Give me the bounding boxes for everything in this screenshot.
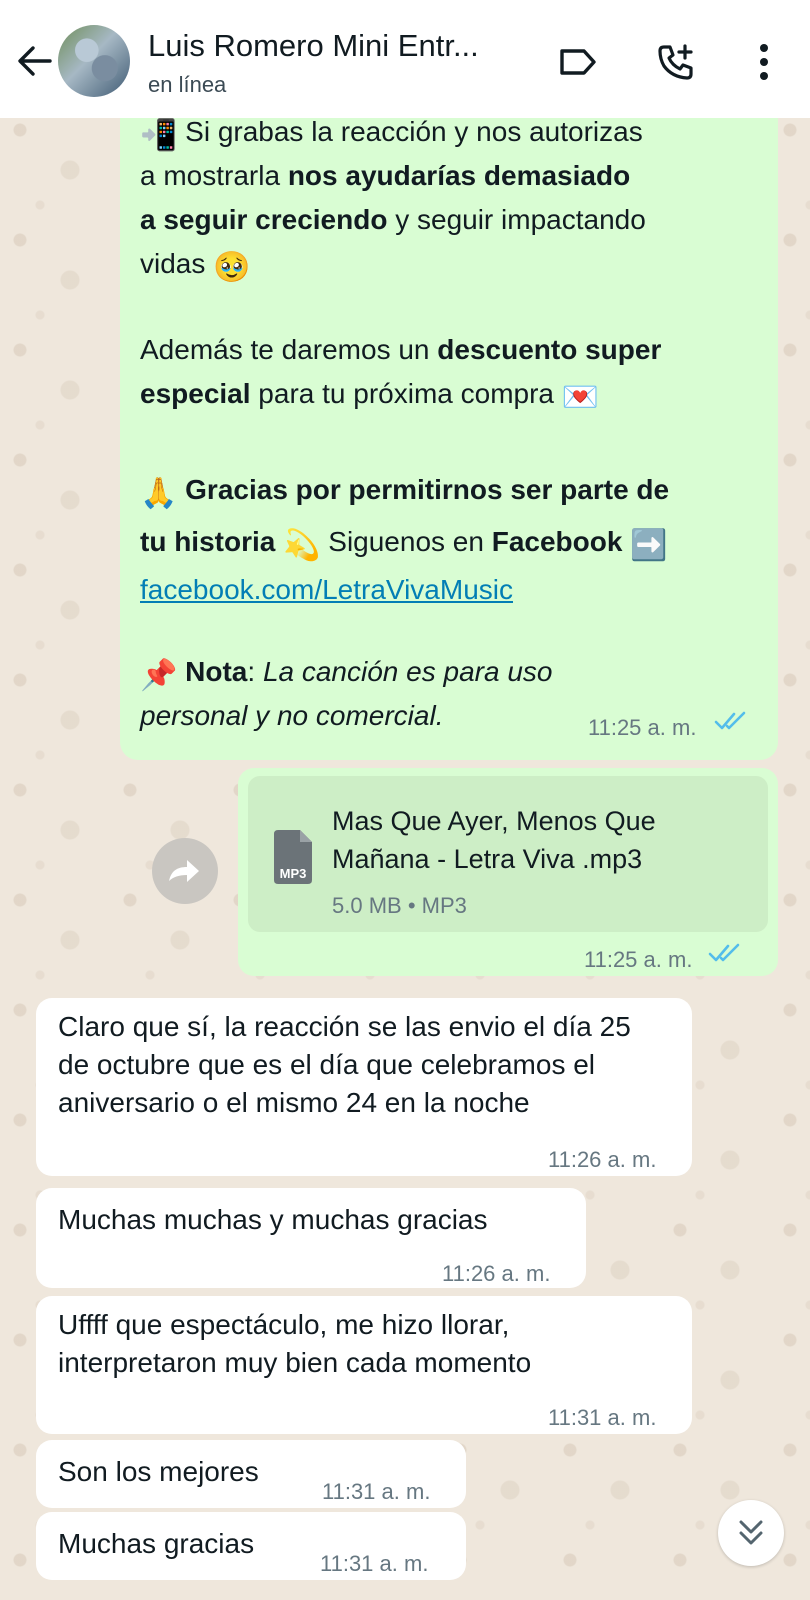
message-text: Muchas gracias	[58, 1528, 255, 1559]
message-line: vidas 🥹	[140, 244, 756, 288]
contact-avatar[interactable]	[58, 25, 130, 97]
message-text: :	[247, 656, 263, 687]
message-bold-text: especial	[140, 378, 251, 409]
incoming-message-bubble[interactable]: Uffff que espectáculo, me hizo llorar, i…	[36, 1296, 692, 1434]
message-bold-text: Nota	[185, 656, 248, 687]
message-timestamp: 11:25 a. m.	[588, 715, 697, 740]
message-line: tu historia 💫 Siguenos en Facebook ➡️	[140, 522, 756, 570]
label-tag-icon	[560, 49, 596, 75]
bottom-edge	[0, 1580, 810, 1600]
back-button[interactable]	[14, 40, 56, 82]
message-text: para tu próxima compra	[250, 378, 562, 409]
message-bold-text: descuento super	[437, 334, 662, 365]
label-button[interactable]	[556, 40, 600, 84]
message-timestamp: 11:26 a. m.	[548, 1147, 657, 1172]
message-text: Son los mejores	[58, 1456, 259, 1487]
forward-button[interactable]	[152, 838, 218, 904]
file-type-badge: MP3	[279, 866, 307, 881]
message-italic-text: La canción es para uso	[262, 656, 553, 687]
message-text: vidas	[140, 248, 214, 279]
message-bold-text: Facebook	[491, 526, 623, 557]
incoming-message-bubble[interactable]: Claro que sí, la reacción se las envio e…	[36, 998, 692, 1176]
message-timestamp: 11:31 a. m.	[548, 1405, 657, 1430]
arrow-left-icon	[18, 46, 52, 76]
message-line: facebook.com/LetraVivaMusic	[140, 570, 756, 614]
contact-status: en línea	[148, 72, 227, 97]
read-receipt-icon	[714, 711, 746, 730]
add-call-button[interactable]	[654, 40, 698, 84]
outgoing-file-message[interactable]: MP3 Mas Que Ayer, Menos Que Mañana - Let…	[238, 768, 778, 976]
read-receipt-icon	[708, 943, 740, 962]
file-meta-separator: •	[401, 893, 422, 918]
right-arrow-emoji: ➡️	[630, 529, 668, 562]
message-text: Si grabas la reacción y nos autorizas	[185, 116, 643, 147]
message-line: 📌 Nota: La canción es para uso	[140, 652, 756, 696]
message-bold-text: Gracias por permitirnos ser parte de	[185, 474, 670, 505]
message-bold-text: a seguir creciendo	[140, 204, 388, 235]
message-line: Además te daremos un descuento super	[140, 330, 756, 374]
message-text: Claro que sí, la reacción se las envio e…	[58, 1011, 631, 1118]
message-text: Muchas muchas y muchas gracias	[58, 1204, 488, 1235]
file-name: Mas Que Ayer, Menos Que Mañana - Letra V…	[332, 806, 656, 874]
facebook-link[interactable]: facebook.com/LetraVivaMusic	[140, 574, 513, 605]
file-attachment-card[interactable]: MP3 Mas Que Ayer, Menos Que Mañana - Let…	[248, 776, 768, 932]
more-vertical-icon	[760, 44, 768, 80]
outgoing-message-bubble[interactable]: 📲 Si grabas la reacción y nos autorizas …	[120, 100, 778, 760]
message-timestamp: 11:31 a. m.	[320, 1551, 429, 1576]
contact-name[interactable]: Luis Romero Mini Entr...	[148, 28, 518, 64]
mobile-phone-emoji: 📲	[140, 119, 178, 152]
pleading-face-emoji: 🥹	[213, 251, 251, 284]
message-line: 📲 Si grabas la reacción y nos autorizas	[140, 112, 756, 156]
chat-header: Luis Romero Mini Entr... en línea	[0, 0, 810, 118]
message-timestamp: 11:26 a. m.	[442, 1261, 551, 1286]
message-text: Además te daremos un	[140, 334, 438, 365]
message-italic-text: personal y no comercial.	[140, 700, 444, 731]
pushpin-emoji: 📌	[140, 659, 178, 692]
message-line: a seguir creciendo y seguir impactando	[140, 200, 756, 244]
message-bold-text: tu historia	[140, 526, 276, 557]
message-line: 🙏 Gracias por permitirnos ser parte de	[140, 470, 756, 522]
incoming-message-bubble[interactable]: Muchas muchas y muchas gracias 11:26 a. …	[36, 1188, 586, 1288]
double-chevron-down-icon	[739, 1520, 763, 1545]
message-bold-text: nos ayudarías demasiado	[287, 160, 631, 191]
message-text: Siguenos en	[320, 526, 492, 557]
message-text: a mostrarla	[140, 160, 288, 191]
message-timestamp: 11:25 a. m.	[584, 947, 693, 972]
message-text: Uffff que espectáculo, me hizo llorar, i…	[58, 1309, 532, 1378]
add-call-icon	[658, 44, 693, 80]
dizzy-emoji: 💫	[283, 529, 321, 562]
file-meta: 5.0 MB • MP3	[332, 886, 467, 926]
love-letter-emoji: 💌	[561, 381, 600, 414]
incoming-message-bubble[interactable]: Son los mejores 11:31 a. m.	[36, 1440, 466, 1508]
forward-icon	[169, 860, 199, 882]
file-type: MP3	[421, 893, 467, 918]
message-line: a mostrarla nos ayudarías demasiado	[140, 156, 756, 200]
message-text: y seguir impactando	[387, 204, 646, 235]
file-size: 5.0 MB	[332, 893, 402, 918]
incoming-message-bubble[interactable]: Muchas gracias 11:31 a. m.	[36, 1512, 466, 1580]
more-options-button[interactable]	[742, 40, 786, 84]
folded-hands-emoji: 🙏	[140, 477, 178, 510]
audio-file-icon: MP3	[272, 830, 314, 884]
scroll-to-bottom-button[interactable]	[718, 1500, 784, 1566]
message-line: especial para tu próxima compra 💌	[140, 374, 756, 418]
message-timestamp: 11:31 a. m.	[322, 1479, 431, 1504]
